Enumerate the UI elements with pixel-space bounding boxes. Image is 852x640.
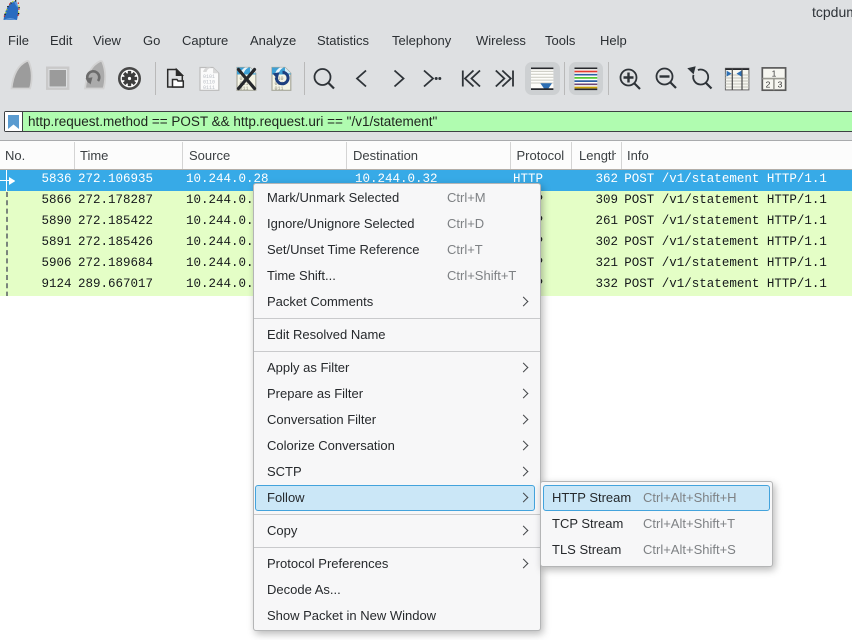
svg-text:1: 1 bbox=[772, 68, 777, 78]
svg-text:011: 011 bbox=[275, 86, 284, 92]
svg-text:0111: 0111 bbox=[203, 85, 215, 91]
svg-text:2: 2 bbox=[766, 80, 771, 90]
svg-text:3: 3 bbox=[778, 80, 783, 90]
